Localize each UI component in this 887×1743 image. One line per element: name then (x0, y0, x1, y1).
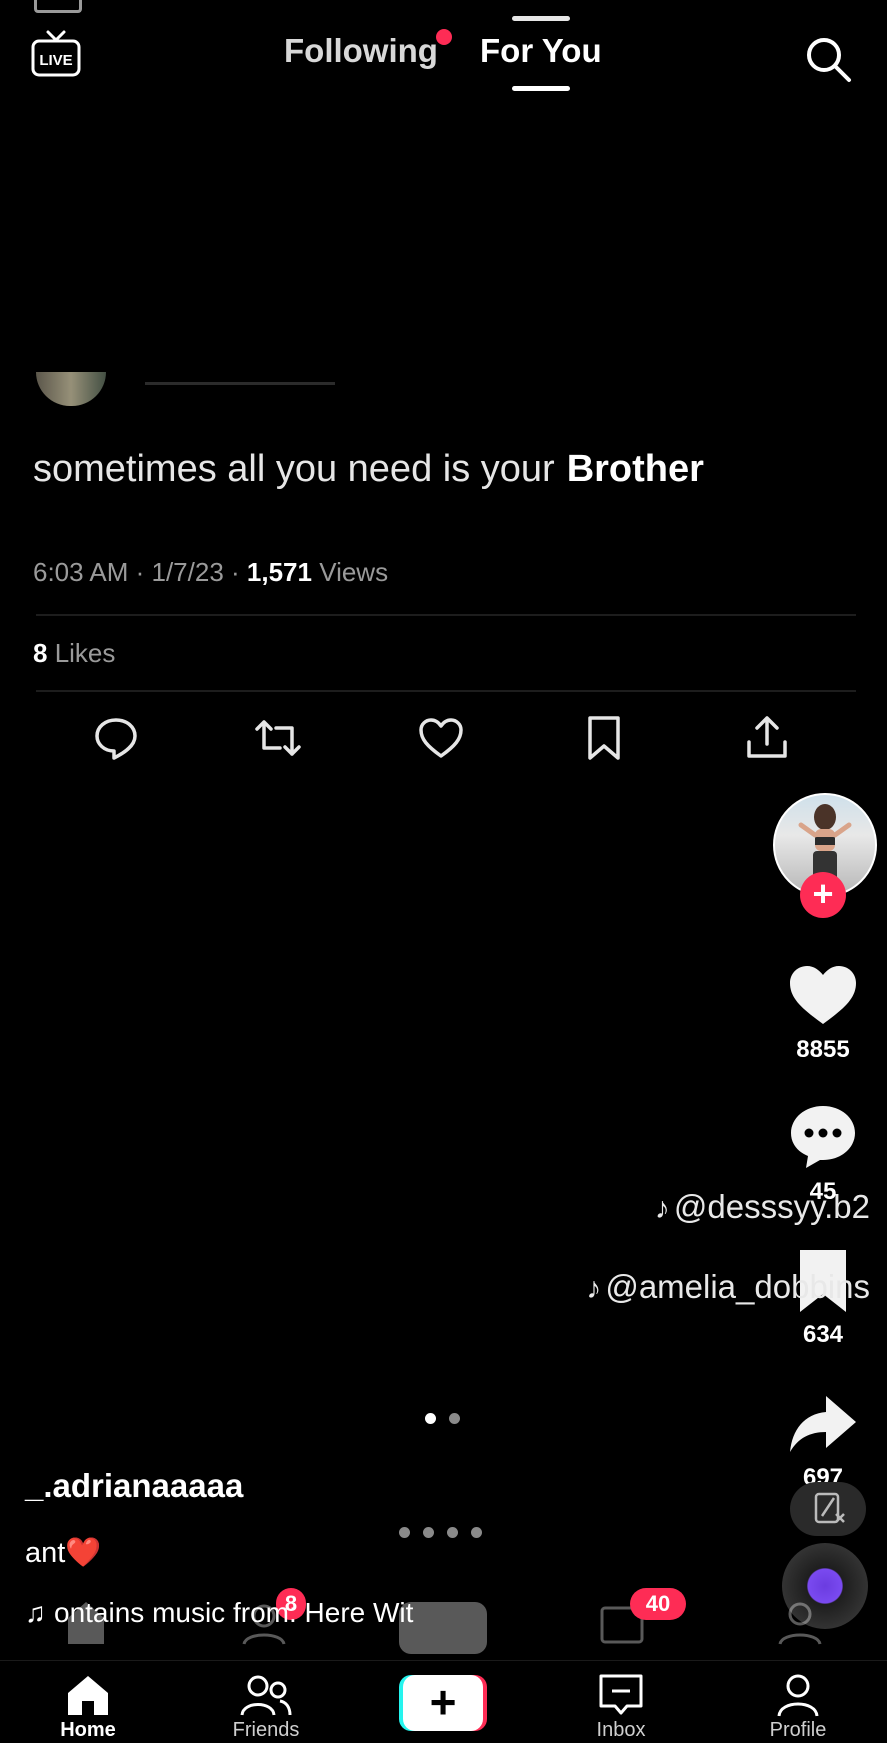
inbox-icon (599, 1674, 643, 1715)
share-icon (747, 716, 787, 758)
nav-friends-label: Friends (232, 1719, 300, 1741)
pager-dot (449, 1413, 460, 1424)
saves-count: 634 (802, 1321, 844, 1348)
video-caption: ant❤️ (25, 1537, 102, 1569)
nav-profile-label: Profile (769, 1719, 827, 1741)
plus-icon: + (403, 1675, 483, 1731)
bottom-navigation: Home Friends + Inbox Profile (0, 1660, 887, 1743)
music-title: ontains music from: Here Wit (54, 1597, 414, 1628)
pager-dot (423, 1527, 434, 1538)
active-tab-underline (512, 86, 570, 91)
retweet-icon (255, 720, 301, 756)
bookmark-icon (588, 716, 620, 760)
nav-inbox[interactable]: Inbox (556, 1661, 686, 1742)
follow-button[interactable]: + (800, 872, 846, 918)
pager-dot (425, 1413, 436, 1424)
nav-friends[interactable]: Friends (201, 1661, 331, 1742)
pager-dot (399, 1527, 410, 1538)
like-icon (419, 718, 463, 758)
photo-pager (399, 1525, 495, 1543)
pager-dot (471, 1527, 482, 1538)
tweet-views-count: 1,571 (246, 557, 312, 587)
profile-icon (777, 1674, 819, 1717)
tweet-avatar (36, 372, 106, 406)
watermark-2: ♪ @amelia_dobbins (586, 1268, 870, 1306)
music-ticker[interactable]: ♫ ontains music from: Here Wit (25, 1597, 413, 1629)
tweet-views-label: Views (311, 557, 389, 587)
tweet-text-body: sometimes all you need is your (33, 448, 555, 490)
pager-dot (447, 1527, 458, 1538)
likes-count: 8855 (796, 1036, 850, 1063)
tiktok-logo-icon: ♪ (586, 1272, 602, 1305)
tweet-text-bold: Brother (566, 448, 704, 490)
create-button[interactable]: + (399, 1675, 487, 1731)
heart-icon[interactable] (786, 958, 860, 1032)
ghost-underline (512, 16, 570, 21)
image-pager (425, 1411, 473, 1429)
tweet-text: sometimes all you need is your Brother (33, 448, 704, 491)
friends-icon (240, 1675, 292, 1716)
tiktok-logo-icon: ♪ (654, 1192, 670, 1225)
author-username[interactable]: _.adrianaaaaa (25, 1467, 243, 1505)
share-arrow-icon[interactable] (786, 1388, 860, 1462)
comment-icon[interactable] (786, 1100, 860, 1174)
watermark-handle-1: @desssyy.b2 (673, 1188, 870, 1225)
tab-for-you[interactable]: For You (480, 32, 602, 70)
tweet-meta: 6:03 AM · 1/7/23 · 1,571 Views (33, 557, 388, 588)
edit-icon (814, 1492, 845, 1524)
tweet-timestamp: 6:03 AM · 1/7/23 · (33, 557, 247, 587)
nav-home-label: Home (60, 1719, 116, 1741)
nav-home[interactable]: Home (23, 1661, 153, 1742)
music-note-icon: ♫ (25, 1597, 46, 1628)
tweet-likes-count: 8 (33, 638, 48, 668)
home-icon (68, 1676, 108, 1715)
tweet-handle-cropped (145, 362, 335, 385)
tweet-likes: 8 Likes (33, 638, 115, 669)
nav-inbox-label: Inbox (596, 1719, 646, 1741)
following-notification-dot (436, 29, 452, 45)
watermark-1: ♪ @desssyy.b2 (655, 1188, 870, 1226)
divider (36, 690, 856, 692)
tab-following[interactable]: Following (284, 32, 438, 70)
ghost-icon-fragment (34, 0, 82, 13)
inbox-badge: 40 (630, 1588, 686, 1620)
reply-icon (95, 718, 137, 760)
live-icon[interactable]: LIVE (30, 28, 82, 80)
nav-profile[interactable]: Profile (733, 1661, 863, 1742)
edit-button[interactable] (790, 1482, 866, 1536)
svg-text:LIVE: LIVE (39, 52, 72, 69)
tweet-likes-label: Likes (47, 638, 116, 668)
watermark-handle-2: @amelia_dobbins (605, 1268, 870, 1305)
divider (36, 614, 856, 616)
search-icon[interactable] (803, 34, 853, 84)
